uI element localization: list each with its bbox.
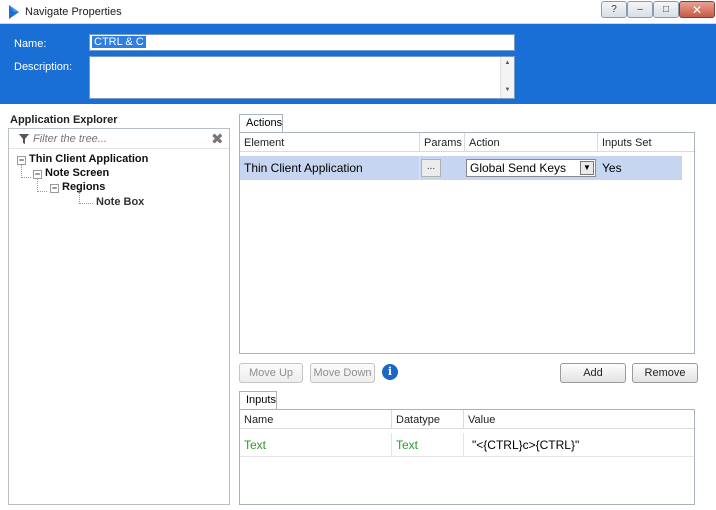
properties-header: Name: CTRL & C Description: ▲ ▼ — [0, 24, 716, 104]
collapse-icon[interactable]: − — [17, 156, 26, 165]
action-dropdown-value: Global Send Keys — [470, 161, 567, 175]
app-icon — [9, 5, 19, 19]
maximize-button[interactable]: □ — [653, 1, 679, 18]
remove-button[interactable]: Remove — [632, 363, 698, 383]
add-button[interactable]: Add — [560, 363, 626, 383]
funnel-icon — [19, 134, 29, 144]
tree-node-label: Regions — [62, 181, 106, 193]
info-icon[interactable]: i — [382, 364, 398, 380]
column-header-params[interactable]: Params — [420, 133, 465, 152]
column-header-value[interactable]: Value — [464, 410, 694, 429]
explorer-title: Application Explorer — [10, 114, 118, 126]
help-button[interactable]: ? — [601, 1, 627, 18]
params-button[interactable]: ... — [421, 159, 441, 177]
column-header-name[interactable]: Name — [240, 410, 392, 429]
tree-node-note-screen[interactable]: − Note Screen — [33, 167, 109, 179]
tree-node-note-box[interactable]: Note Box — [96, 196, 144, 208]
name-label: Name: — [14, 38, 47, 50]
action-dropdown[interactable]: Global Send Keys ▼ — [466, 159, 596, 177]
minimize-button[interactable]: – — [627, 1, 653, 18]
window-title: Navigate Properties — [25, 6, 122, 18]
tree-node-thin-client-application[interactable]: − Thin Client Application — [17, 153, 148, 165]
explorer-panel: ✖ −Thin Client Application −Note Screen … — [8, 128, 230, 505]
name-input[interactable]: CTRL & C — [89, 34, 515, 51]
tab-inputs[interactable]: Inputs — [239, 391, 277, 409]
scroll-down-icon[interactable]: ▼ — [501, 84, 514, 96]
collapse-icon[interactable]: − — [50, 184, 59, 193]
tree-node-regions[interactable]: − Regions — [50, 181, 105, 193]
description-label: Description: — [14, 61, 73, 73]
actions-grid: Element Params Action Inputs Set Thin Cl… — [239, 132, 695, 354]
collapse-icon[interactable]: − — [33, 170, 42, 179]
tree-node-label: Note Box — [96, 196, 145, 208]
move-up-button[interactable]: Move Up — [239, 363, 303, 383]
tree-connector — [79, 203, 93, 204]
inputs-grid: Name Datatype Value Text Text "<{CTRL}c>… — [239, 409, 695, 505]
name-input-value: CTRL & C — [92, 36, 146, 48]
table-row[interactable]: Text Text "<{CTRL}c>{CTRL}" — [240, 433, 694, 457]
tree-connector — [21, 177, 31, 178]
scroll-up-icon[interactable]: ▲ — [501, 57, 514, 69]
column-header-datatype[interactable]: Datatype — [392, 410, 464, 429]
tree-node-label: Note Screen — [45, 167, 110, 179]
tree-connector — [37, 191, 47, 192]
title-bar: Navigate Properties ? – □ ✕ — [0, 0, 716, 24]
input-datatype-cell: Text — [392, 433, 464, 457]
input-name-cell: Text — [240, 433, 392, 457]
element-cell: Thin Client Application — [240, 156, 420, 180]
filter-row: ✖ — [9, 129, 229, 149]
column-header-inputs-set[interactable]: Inputs Set — [598, 133, 694, 152]
filter-input[interactable] — [33, 132, 203, 146]
input-value-cell[interactable]: "<{CTRL}c>{CTRL}" — [464, 433, 694, 457]
move-down-button[interactable]: Move Down — [310, 363, 375, 383]
table-row[interactable]: Thin Client Application ... Global Send … — [240, 156, 682, 180]
tree-node-label: Thin Client Application — [29, 153, 149, 165]
clear-filter-icon[interactable]: ✖ — [211, 130, 224, 148]
column-header-element[interactable]: Element — [240, 133, 420, 152]
close-button[interactable]: ✕ — [679, 1, 715, 18]
inputs-set-cell: Yes — [602, 161, 622, 175]
description-input[interactable]: ▲ ▼ — [89, 56, 515, 99]
tab-actions[interactable]: Actions — [239, 114, 283, 132]
column-header-action[interactable]: Action — [465, 133, 598, 152]
description-scrollbar[interactable]: ▲ ▼ — [500, 57, 514, 98]
chevron-down-icon[interactable]: ▼ — [580, 161, 594, 175]
